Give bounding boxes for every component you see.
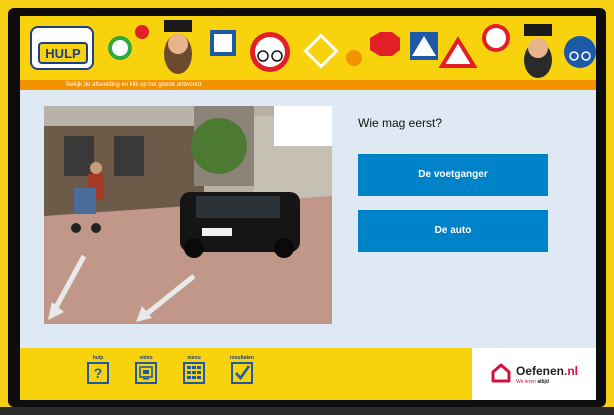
brand-name: Oefenen.nl bbox=[516, 364, 578, 378]
menu-grid-icon bbox=[183, 362, 205, 384]
video-icon bbox=[135, 362, 157, 384]
video-label: video bbox=[139, 355, 153, 361]
menu-button[interactable]: menu bbox=[174, 354, 214, 384]
brand-tagline-prefix: We leren bbox=[516, 379, 536, 385]
question-icon: ? bbox=[87, 362, 109, 384]
results-button[interactable]: resultaten bbox=[222, 354, 262, 384]
checkmark-icon bbox=[231, 362, 253, 384]
help-label: hulp bbox=[92, 355, 104, 361]
brand-name-main: Oefenen bbox=[516, 364, 565, 378]
video-button[interactable]: video bbox=[126, 354, 166, 384]
results-label: resultaten bbox=[230, 355, 254, 361]
oefenen-brand[interactable]: Oefenen.nl We leren altijd bbox=[472, 348, 596, 400]
monitor-bottom-edge bbox=[0, 407, 614, 415]
house-logo-icon bbox=[491, 363, 511, 383]
street-scene-image bbox=[44, 106, 332, 324]
question-text: Wie mag eerst? bbox=[358, 116, 443, 130]
instruction-text: Bekijk de afbeelding en klik op het goed… bbox=[66, 82, 204, 88]
hulp-logo-text: HULP bbox=[38, 42, 88, 64]
answer-button-pedestrian[interactable]: De voetganger bbox=[358, 154, 548, 196]
help-button[interactable]: hulp ? bbox=[78, 354, 118, 384]
menu-label: menu bbox=[187, 355, 201, 361]
brand-name-suffix: .nl bbox=[564, 364, 579, 378]
answer-button-car[interactable]: De auto bbox=[358, 210, 548, 252]
instruction-bar: Bekijk de afbeelding en klik op het goed… bbox=[20, 80, 596, 90]
banner-decoration bbox=[108, 20, 596, 78]
question-photo bbox=[44, 106, 332, 324]
svg-text:?: ? bbox=[94, 365, 103, 381]
header-banner: HULP bbox=[20, 16, 596, 80]
app-screen: HULP Bekijk de afbeelding en klik op het… bbox=[20, 16, 596, 400]
hulp-logo[interactable]: HULP bbox=[30, 26, 94, 70]
brand-tagline: We leren altijd bbox=[516, 379, 549, 385]
brand-tagline-emph: altijd bbox=[537, 379, 549, 385]
